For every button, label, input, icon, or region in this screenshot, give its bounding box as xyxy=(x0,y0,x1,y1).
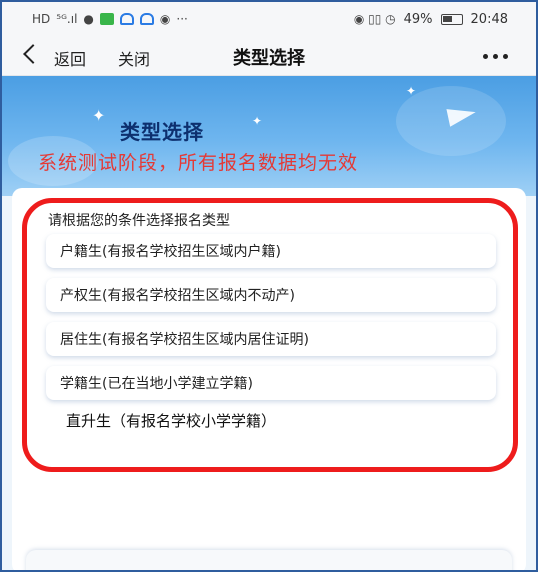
more-menu-icon[interactable] xyxy=(483,54,508,59)
wechat-icon: ● xyxy=(83,12,94,26)
app-notification-icon xyxy=(99,13,114,25)
option-school-roll[interactable]: 学籍生(已在当地小学建立学籍) xyxy=(46,366,496,400)
selection-heading: 请根据您的条件选择报名类型 xyxy=(48,213,230,229)
banner: ✦ ✦ ✦ 类型选择 系统测试阶段，所有报名数据均无效 xyxy=(2,76,536,196)
cloud-icon-2 xyxy=(139,13,154,25)
status-left: HD ⁵ᴳ.ıl ● ◉ ··· xyxy=(32,12,188,26)
banner-title: 类型选择 xyxy=(120,120,204,144)
nav-bar: 返回 关闭 类型选择 xyxy=(2,36,536,76)
sparkle-icon: ✦ xyxy=(405,84,416,98)
option-property[interactable]: 产权生(有报名学校招生区域内不动产) xyxy=(46,278,496,312)
more-notifications-icon: ··· xyxy=(176,12,188,26)
app-frame: HD ⁵ᴳ.ıl ● ◉ ··· ◉ ▯▯ ◷ 49% 20:48 返回 关闭 … xyxy=(0,0,538,572)
status-bar: HD ⁵ᴳ.ıl ● ◉ ··· ◉ ▯▯ ◷ 49% 20:48 xyxy=(2,2,536,36)
selection-card: 请根据您的条件选择报名类型 户籍生(有报名学校招生区域内户籍) 产权生(有报名学… xyxy=(12,188,526,570)
bottom-panel xyxy=(26,550,512,570)
battery-icon xyxy=(440,13,463,25)
option-household[interactable]: 户籍生(有报名学校招生区域内户籍) xyxy=(46,234,496,268)
battery-percent: 49% xyxy=(403,11,433,27)
sparkle-icon: ✦ xyxy=(252,114,263,128)
option-direct-promotion[interactable]: 直升生（有报名学校小学学籍） xyxy=(66,410,276,431)
hd-icon: HD xyxy=(32,12,51,26)
page-title: 类型选择 xyxy=(233,48,305,69)
status-icons: ◉ ▯▯ ◷ xyxy=(353,12,396,26)
sparkle-icon: ✦ xyxy=(92,106,106,125)
option-residence[interactable]: 居住生(有报名学校招生区域内居住证明) xyxy=(46,322,496,356)
camera-icon: ◉ xyxy=(159,12,171,26)
cloud-icon xyxy=(119,13,134,25)
status-right: ◉ ▯▯ ◷ 49% 20:48 xyxy=(354,12,508,27)
test-warning: 系统测试阶段，所有报名数据均无效 xyxy=(38,152,359,174)
signal-icon: ⁵ᴳ.ıl xyxy=(56,12,78,26)
clock: 20:48 xyxy=(470,11,508,27)
